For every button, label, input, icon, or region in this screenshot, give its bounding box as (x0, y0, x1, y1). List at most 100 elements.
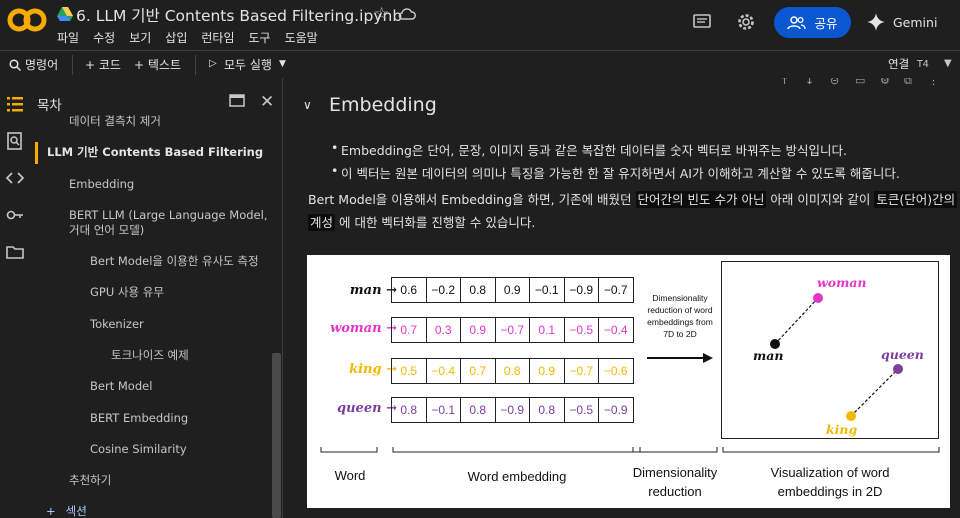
run-all-dropdown-icon[interactable]: ▼ (279, 59, 286, 69)
add-code-button[interactable]: + 코드 (85, 56, 121, 73)
connect-dropdown-icon[interactable]: ▼ (944, 58, 952, 69)
vector-cell: 0.6 (391, 277, 427, 303)
vector-cell: −0.1 (425, 397, 461, 423)
runtime-type-label: T4 (917, 59, 929, 70)
play-icon: ▷ (209, 58, 217, 69)
toc-item[interactable]: GPU 사용 유무 (90, 285, 164, 300)
search-icon (9, 59, 21, 71)
vector-cell: −0.9 (598, 397, 634, 423)
toc-item[interactable]: Bert Model (90, 379, 152, 394)
add-section-label: 섹션 (65, 504, 87, 518)
toc-icon[interactable] (5, 94, 25, 114)
menu-view[interactable]: 보기 (129, 29, 151, 46)
point-king (846, 411, 856, 421)
menu-edit[interactable]: 수정 (93, 29, 115, 46)
settings-cell-icon[interactable]: ⚙ (880, 78, 890, 87)
comment-icon[interactable] (692, 12, 712, 32)
vector-cell: −0.5 (563, 397, 599, 423)
move-up-icon[interactable]: ↑ (780, 78, 789, 87)
run-all-button[interactable]: 모두 실행 (224, 56, 272, 73)
menu-help[interactable]: 도움말 (285, 29, 318, 46)
toc-item[interactable]: 거대 언어 모델) (69, 223, 144, 238)
caption-visualization: Visualization of word embeddings in 2D (770, 465, 890, 499)
point-label-queen: queen (881, 347, 924, 362)
vector-cell: 0.9 (529, 358, 565, 384)
caption-word: Word (334, 468, 366, 483)
toc-item[interactable]: Bert Model을 이용한 유사도 측정 (90, 254, 259, 269)
people-icon (787, 15, 807, 29)
toc-item[interactable]: Cosine Similarity (90, 442, 187, 457)
cloud-icon[interactable] (398, 7, 416, 21)
close-icon[interactable]: ✕ (260, 92, 274, 112)
vector-row-queen: 0.8 −0.1 0.8 −0.9 0.8 −0.5 −0.9 (391, 397, 634, 423)
vector-cell: 0.9 (460, 317, 496, 343)
toc-item[interactable]: Embedding (69, 177, 134, 192)
key-icon[interactable] (5, 205, 25, 225)
toc-item[interactable]: Tokenizer (90, 317, 144, 332)
paragraph-text: 에 대한 벡터화를 진행할 수 있습니다. (335, 215, 536, 230)
highlighted-code: 토큰(단어)간의 (874, 191, 958, 208)
toc-item[interactable]: 토크나이즈 예제 (111, 348, 189, 363)
mirror-icon[interactable]: ⧉ (904, 78, 912, 88)
vector-cell: −0.7 (563, 358, 599, 384)
toc-item[interactable]: BERT LLM (Large Language Model, (69, 208, 267, 223)
connect-button[interactable]: 연결 (888, 56, 909, 72)
menu-insert[interactable]: 삽입 (165, 29, 187, 46)
share-button[interactable]: 공유 (774, 7, 851, 38)
gear-icon[interactable] (735, 11, 757, 33)
vector-cell: 0.1 (529, 317, 565, 343)
brackets (320, 447, 940, 453)
toc-scrollbar[interactable] (272, 353, 281, 518)
highlighted-code: 계성 (308, 214, 336, 231)
toc-item[interactable]: BERT Embedding (90, 411, 188, 426)
gemini-sparkle-icon (867, 13, 885, 31)
bullet-text: Embedding은 단어, 문장, 이미지 등과 같은 복잡한 데이터를 숫자… (331, 140, 847, 159)
menu-tools[interactable]: 도구 (249, 29, 271, 46)
vector-cell: 0.8 (460, 277, 496, 303)
add-section-button[interactable]: + 섹션 (46, 503, 87, 518)
star-icon[interactable]: ☆ (374, 4, 389, 24)
toc-panel: 목차 ✕ 데이터 결측치 제거 LLM 기반 Contents Based Fi… (30, 78, 283, 518)
menubar: 파일 수정 보기 삽입 런타임 도구 도움말 (57, 29, 332, 46)
point-label-man: man (753, 348, 784, 363)
word-label-man: man → (349, 283, 397, 298)
highlighted-code: 단어간의 빈도 수가 아닌 (635, 191, 767, 208)
toc-active-indicator (35, 142, 38, 164)
menu-runtime[interactable]: 런타임 (201, 29, 234, 46)
toc-item[interactable]: 데이터 결측치 제거 (69, 114, 161, 129)
find-icon[interactable] (5, 131, 25, 151)
word-label-queen: queen → (337, 401, 397, 416)
vector-row-man: 0.6 −0.2 0.8 0.9 −0.1 −0.9 −0.7 (391, 277, 634, 303)
collapse-section-icon[interactable]: ∨ (303, 98, 312, 112)
menu-file[interactable]: 파일 (57, 29, 79, 46)
delete-icon[interactable]: ⋮ (928, 78, 939, 87)
vector-cell: −0.5 (563, 317, 599, 343)
notebook-title[interactable]: 6. LLM 기반 Contents Based Filtering.ipynb (76, 4, 402, 26)
vector-row-woman: 0.7 0.3 0.9 −0.7 0.1 −0.5 −0.4 (391, 317, 634, 343)
link-icon[interactable]: ⊝ (830, 78, 839, 87)
colab-logo-icon[interactable] (7, 6, 47, 34)
toc-item-active[interactable]: LLM 기반 Contents Based Filtering (47, 145, 263, 160)
paragraph-text: 아래 이미지와 같이 (766, 192, 875, 207)
cell-heading: Embedding (329, 94, 437, 116)
vector-cell: 0.9 (494, 277, 530, 303)
vector-cell: 0.8 (529, 397, 565, 423)
cell-toolbar: ↑ ↓ ⊝ ▭ ⚙ ⧉ ⋮ (774, 78, 960, 94)
folder-icon[interactable] (5, 242, 25, 262)
gemini-button[interactable]: Gemini (867, 10, 937, 34)
notebook-toolbar: 명령어 + 코드 + 텍스트 ▷ 모두 실행 ▼ 연결 T4 ▼ (0, 50, 960, 78)
vector-cell: −0.2 (425, 277, 461, 303)
move-down-icon[interactable]: ↓ (805, 78, 814, 87)
embedding-2d-plot: man woman king queen (721, 261, 939, 439)
add-text-button[interactable]: + 텍스트 (134, 56, 181, 73)
comment-cell-icon[interactable]: ▭ (855, 78, 865, 87)
toolbar-divider (195, 55, 196, 75)
code-snippets-icon[interactable] (5, 168, 25, 188)
word-label-woman: woman → (330, 321, 397, 336)
commands-button[interactable]: 명령어 (25, 56, 58, 73)
open-in-window-icon[interactable] (229, 94, 245, 107)
vector-cell: 0.8 (460, 397, 496, 423)
drive-icon[interactable] (57, 7, 73, 21)
notebook-area: ↑ ↓ ⊝ ▭ ⚙ ⧉ ⋮ ∨ Embedding Embedding은 단어,… (284, 78, 960, 518)
toc-item[interactable]: 추천하기 (69, 473, 111, 488)
